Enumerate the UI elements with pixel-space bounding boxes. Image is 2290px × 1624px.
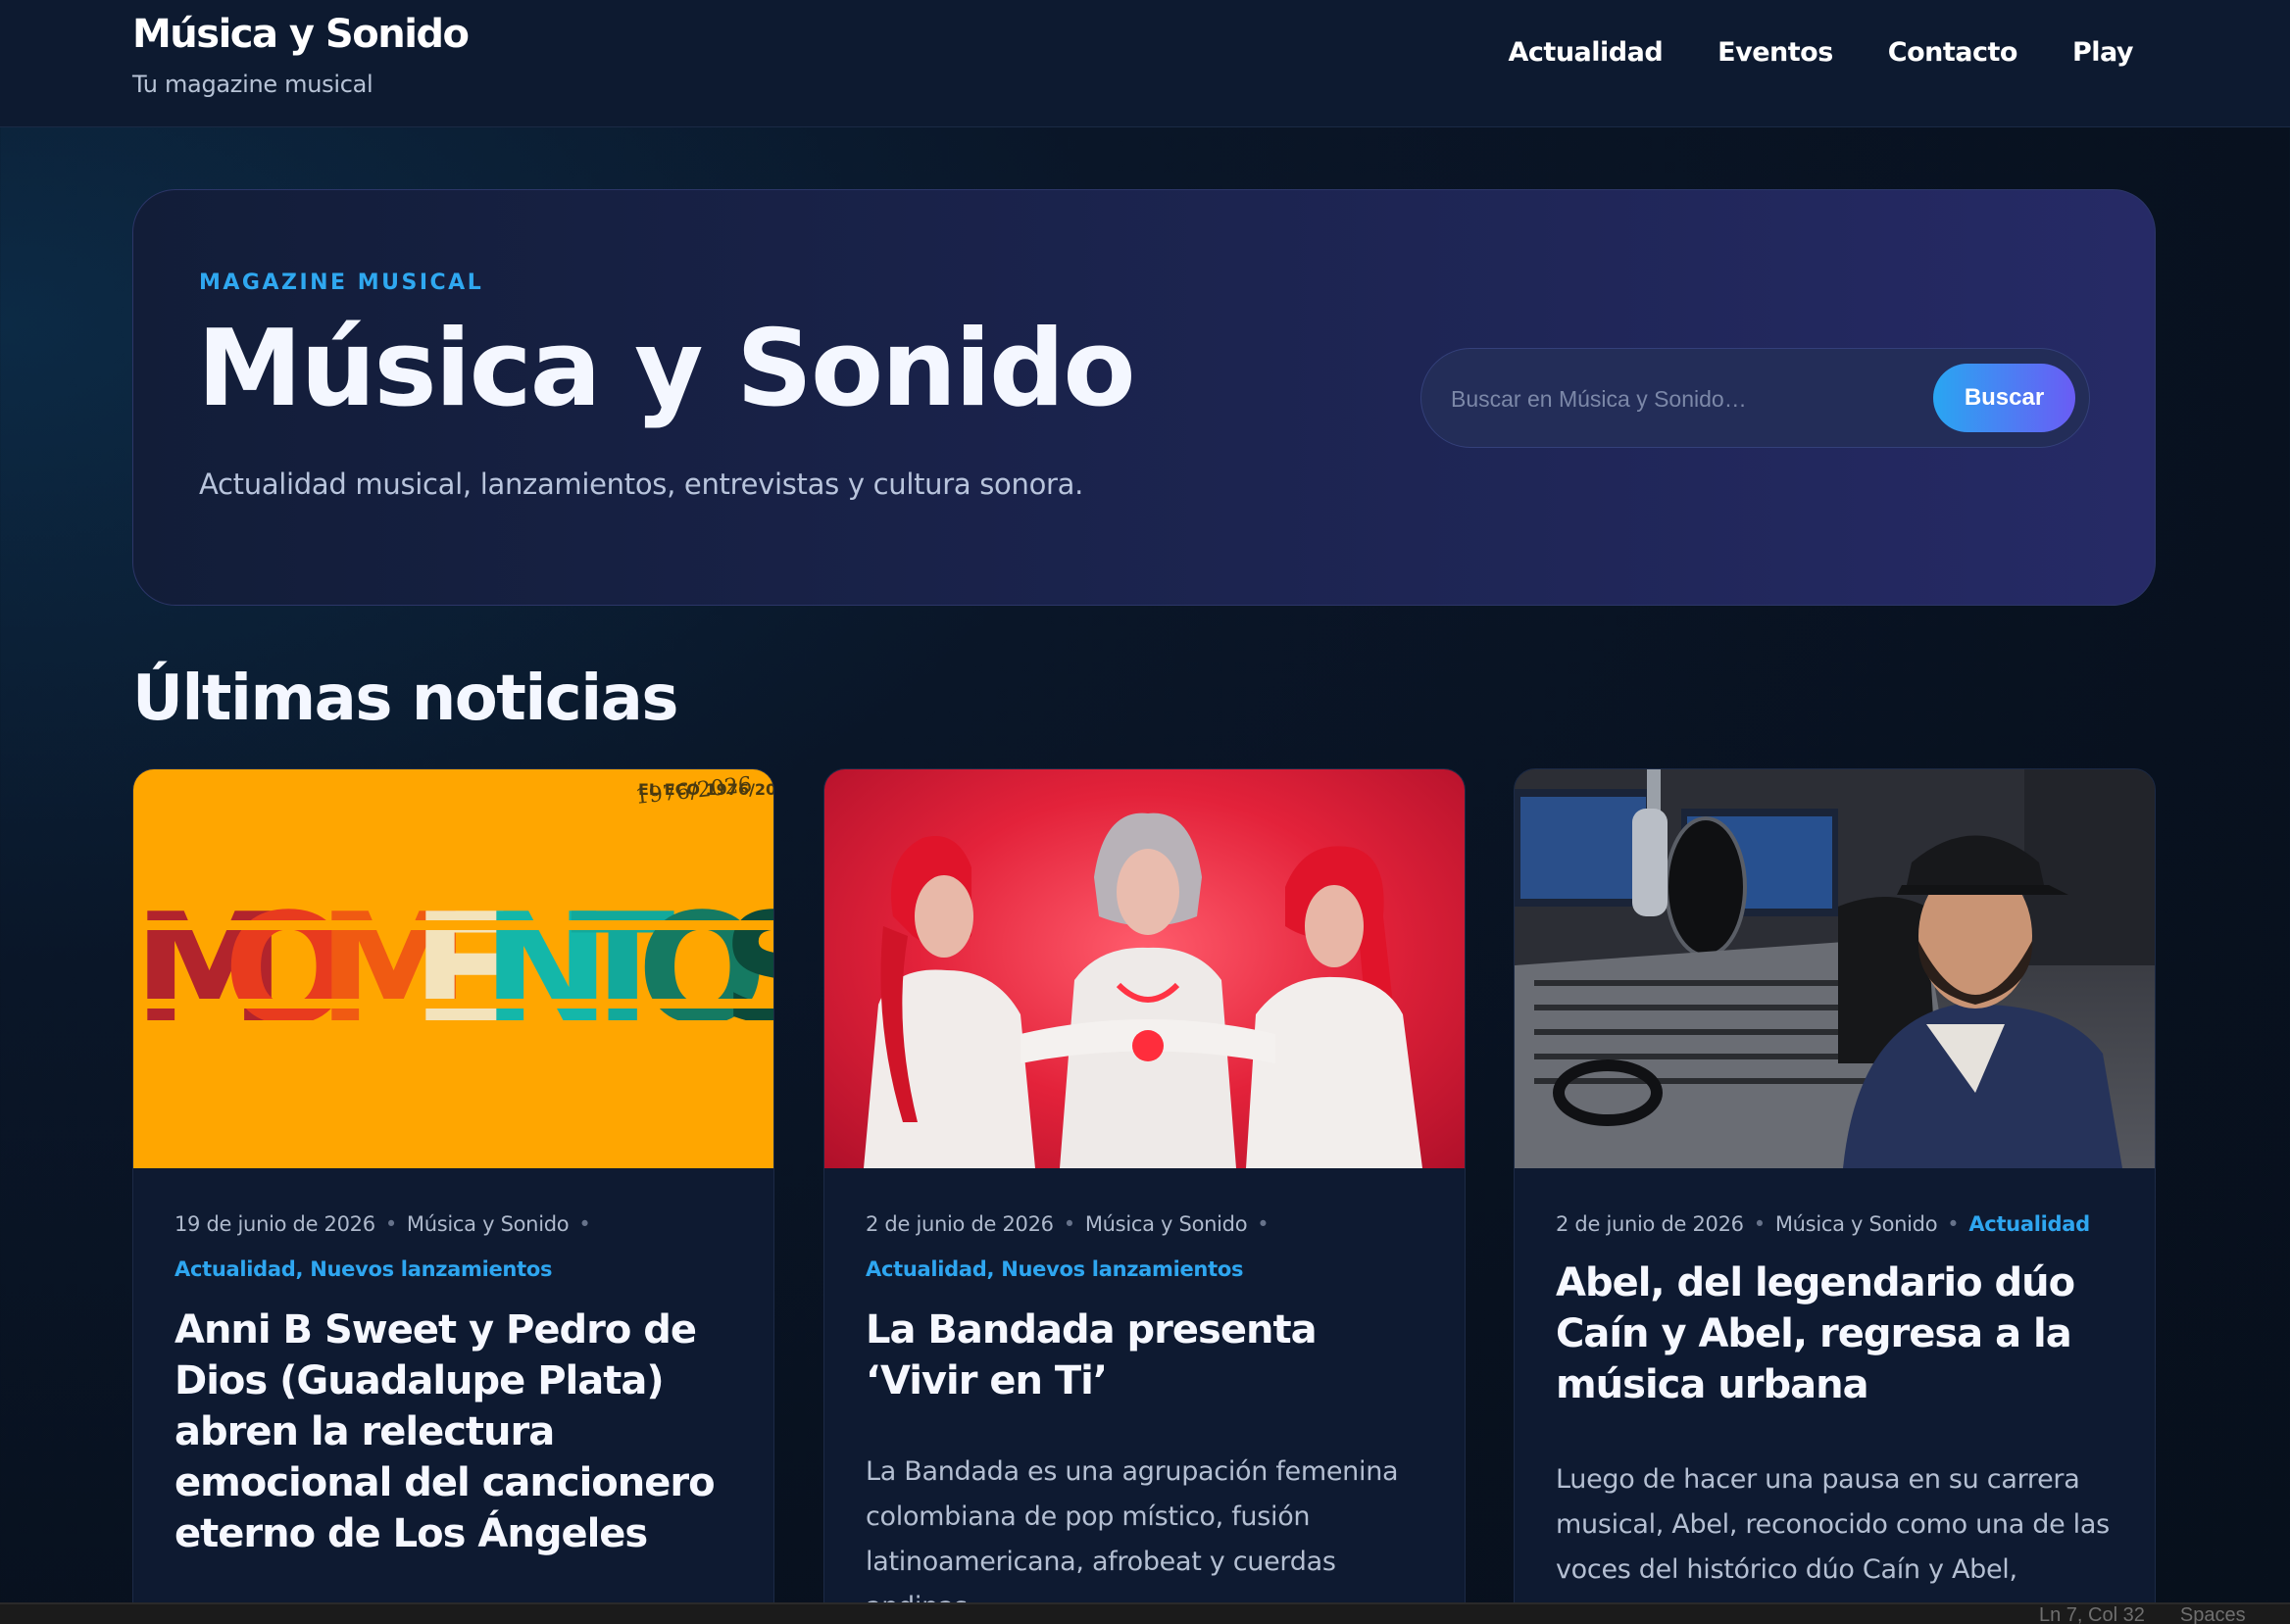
- momentos-year: 1976/2026: [634, 773, 753, 810]
- post-card: 2 de junio de 2026 • Música y Sonido • Actua…: [1514, 768, 2156, 1624]
- post-date: 2 de junio de 2026: [866, 1212, 1054, 1236]
- site-tagline: Tu magazine musical: [132, 71, 373, 98]
- post-meta: 2 de junio de 2026 • Música y Sonido •: [866, 1212, 1434, 1236]
- post-title[interactable]: Anni B Sweet y Pedro de Dios (Guadalupe …: [174, 1304, 743, 1559]
- figure-center: [1060, 812, 1236, 1168]
- category-link[interactable]: Actualidad: [1968, 1212, 2090, 1236]
- post-title[interactable]: La Bandada presenta ‘Vivir en Ti’: [866, 1304, 1434, 1406]
- hero-kicker: MAGAZINE MUSICAL: [199, 271, 484, 295]
- meta-separator: •: [1063, 1212, 1075, 1236]
- category-link[interactable]: Actualidad: [174, 1257, 296, 1281]
- nav-item-play[interactable]: Play: [2072, 37, 2134, 68]
- post-image-abel[interactable]: [1515, 769, 2155, 1168]
- post-card: 2 de junio de 2026 • Música y Sonido • Actu…: [823, 768, 1466, 1624]
- post-card: M O M E N T O S EL ECO 1976/2026 1976/20…: [132, 768, 774, 1624]
- hero-panel: MAGAZINE MUSICAL Música y Sonido Actuali…: [132, 189, 2156, 606]
- main-nav: Actualidad Eventos Contacto Play: [1509, 37, 2134, 68]
- category-link[interactable]: Actualidad: [866, 1257, 987, 1281]
- post-date: 19 de junio de 2026: [174, 1212, 375, 1236]
- post-excerpt: Luego de hacer una pausa en su carrera m…: [1556, 1464, 2110, 1624]
- svg-text:S: S: [722, 880, 773, 1058]
- meta-separator: •: [1257, 1212, 1269, 1236]
- post-card-body: 19 de junio de 2026 • Música y Sonido • Act…: [174, 1212, 743, 1559]
- meta-separator: •: [1947, 1212, 1960, 1236]
- post-excerpt: La Bandada es una agrupación femenina co…: [866, 1456, 1399, 1622]
- editor-status-bar: Ln 7, Col 32 Spaces: [0, 1602, 2290, 1624]
- post-categories: Actualidad, Nuevos lanzamientos: [866, 1257, 1244, 1281]
- site-title[interactable]: Música y Sonido: [132, 12, 470, 57]
- bandada-photo: [864, 812, 1422, 1168]
- post-card-body: 2 de junio de 2026 • Música y Sonido • Actua…: [1556, 1212, 2124, 1624]
- latest-news-heading: Últimas noticias: [132, 663, 678, 735]
- indent-setting[interactable]: Spaces: [2180, 1604, 2246, 1624]
- post-author[interactable]: Música y Sonido: [1775, 1212, 1938, 1236]
- category-link[interactable]: Nuevos lanzamientos: [310, 1257, 552, 1281]
- category-link[interactable]: Nuevos lanzamientos: [1001, 1257, 1243, 1281]
- nav-item-actualidad[interactable]: Actualidad: [1509, 37, 1664, 68]
- post-author[interactable]: Música y Sonido: [407, 1212, 570, 1236]
- site-brand[interactable]: Música y Sonido Tu magazine musical: [132, 12, 470, 98]
- figure-right: [1246, 846, 1422, 1168]
- momentos-artwork: M O M E N T O S EL ECO 1976/2026 1976/20…: [133, 773, 773, 1058]
- post-meta: 19 de junio de 2026 • Música y Sonido •: [174, 1212, 743, 1236]
- studio-photo: [1515, 769, 2155, 1168]
- post-title[interactable]: Abel, del legendario dúo Caín y Abel, re…: [1556, 1257, 2124, 1410]
- nav-item-contacto[interactable]: Contacto: [1888, 37, 2018, 68]
- status-text: Ln 7, Col 32 Spaces: [2039, 1604, 2281, 1624]
- post-date: 2 de junio de 2026: [1556, 1212, 1744, 1236]
- post-author[interactable]: Música y Sonido: [1085, 1212, 1248, 1236]
- hero-title: Música y Sonido: [197, 308, 1136, 430]
- post-meta: 2 de junio de 2026 • Música y Sonido • Actua…: [1556, 1212, 2124, 1236]
- cursor-position[interactable]: Ln 7, Col 32: [2039, 1604, 2145, 1624]
- figure-left: [864, 836, 1035, 1168]
- site-header: Música y Sonido Tu magazine musical Actu…: [0, 0, 2290, 127]
- search-form: Buscar: [1420, 348, 2090, 448]
- post-image-momentos[interactable]: M O M E N T O S EL ECO 1976/2026 1976/20…: [133, 769, 773, 1168]
- meta-separator: •: [384, 1212, 397, 1236]
- hero-subtitle: Actualidad musical, lanzamientos, entrev…: [199, 468, 1084, 501]
- post-card-body: 2 de junio de 2026 • Música y Sonido • Actu…: [866, 1212, 1434, 1624]
- search-button[interactable]: Buscar: [1933, 364, 2075, 432]
- nav-item-eventos[interactable]: Eventos: [1718, 37, 1833, 68]
- meta-separator: •: [578, 1212, 591, 1236]
- post-image-bandada[interactable]: [824, 769, 1465, 1168]
- post-categories: Actualidad, Nuevos lanzamientos: [174, 1257, 553, 1281]
- meta-separator: •: [1753, 1212, 1766, 1236]
- search-input[interactable]: [1451, 372, 1902, 425]
